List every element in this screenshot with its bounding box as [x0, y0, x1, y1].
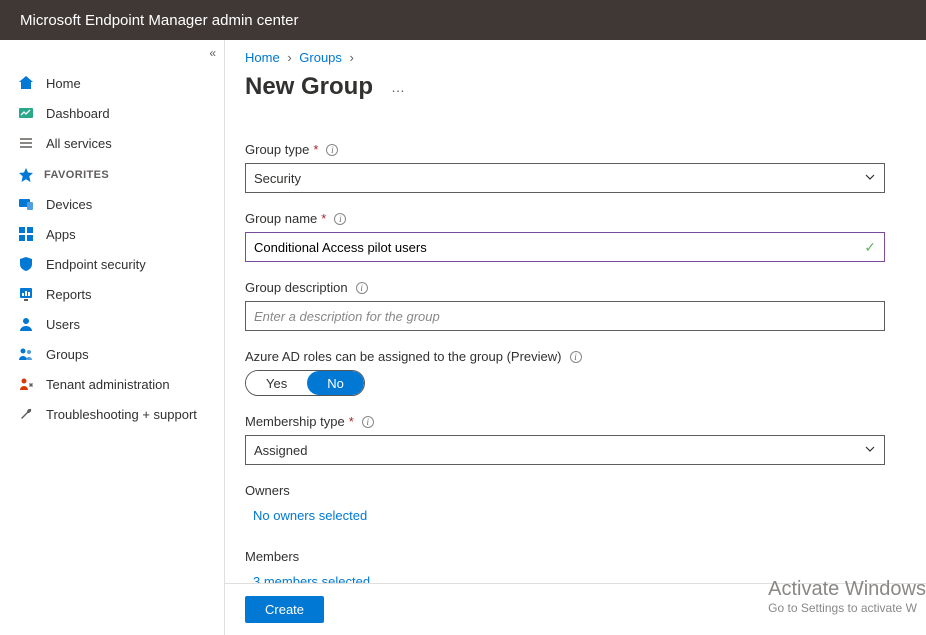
- breadcrumb-groups[interactable]: Groups: [299, 50, 342, 65]
- group-description-label: Group description i: [245, 280, 906, 295]
- sidebar-item-reports[interactable]: Reports: [0, 279, 224, 309]
- info-icon[interactable]: i: [356, 282, 368, 294]
- dashboard-icon: [18, 105, 34, 121]
- group-description-input[interactable]: [254, 309, 876, 324]
- footer-bar: Create: [225, 583, 926, 635]
- group-type-select[interactable]: Security: [245, 163, 885, 193]
- required-indicator: *: [313, 142, 318, 157]
- sidebar-item-label: Groups: [46, 347, 89, 362]
- aad-roles-no-option[interactable]: No: [307, 371, 364, 395]
- required-indicator: *: [321, 211, 326, 226]
- breadcrumb-home[interactable]: Home: [245, 50, 280, 65]
- home-icon: [18, 75, 34, 91]
- more-actions-button[interactable]: …: [387, 77, 411, 97]
- sidebar-item-label: Users: [46, 317, 80, 332]
- app-header: Microsoft Endpoint Manager admin center: [0, 0, 926, 40]
- members-section-label: Members: [245, 549, 906, 564]
- sidebar-item-apps[interactable]: Apps: [0, 219, 224, 249]
- aad-roles-yes-option[interactable]: Yes: [246, 371, 307, 395]
- list-icon: [18, 135, 34, 151]
- info-icon[interactable]: i: [570, 351, 582, 363]
- app-title: Microsoft Endpoint Manager admin center: [20, 12, 298, 29]
- sidebar-item-label: Apps: [46, 227, 76, 242]
- sidebar-item-label: Devices: [46, 197, 92, 212]
- membership-type-value: Assigned: [254, 443, 307, 458]
- sidebar: « Home Dashboard All services FAVORITES: [0, 40, 225, 635]
- owners-section-label: Owners: [245, 483, 906, 498]
- required-indicator: *: [349, 414, 354, 429]
- aad-roles-label: Azure AD roles can be assigned to the gr…: [245, 349, 906, 364]
- membership-type-label: Membership type * i: [245, 414, 906, 429]
- sidebar-item-troubleshooting[interactable]: Troubleshooting + support: [0, 399, 224, 429]
- shield-icon: [18, 256, 34, 272]
- sidebar-item-home[interactable]: Home: [0, 68, 224, 98]
- form-scroll-region[interactable]: Group type * i Security Group name * i ✓: [225, 119, 926, 583]
- sidebar-item-label: All services: [46, 136, 112, 151]
- group-description-field-wrapper: [245, 301, 885, 331]
- chevron-down-icon: [864, 443, 876, 458]
- wrench-icon: [18, 406, 34, 422]
- devices-icon: [18, 196, 34, 212]
- group-name-field-wrapper: ✓: [245, 232, 885, 262]
- chevron-right-icon: ›: [350, 50, 354, 65]
- page-title: New Group: [245, 73, 373, 101]
- sidebar-favorites-heading: FAVORITES: [0, 158, 224, 189]
- main-content: Home › Groups › New Group … Group type *…: [225, 40, 926, 635]
- sidebar-item-endpoint-security[interactable]: Endpoint security: [0, 249, 224, 279]
- sidebar-item-label: Home: [46, 76, 81, 91]
- create-button[interactable]: Create: [245, 596, 324, 623]
- sidebar-item-tenant-admin[interactable]: Tenant administration: [0, 369, 224, 399]
- group-type-label: Group type * i: [245, 142, 906, 157]
- sidebar-favorites-label: FAVORITES: [44, 169, 109, 181]
- sidebar-item-users[interactable]: Users: [0, 309, 224, 339]
- info-icon[interactable]: i: [326, 144, 338, 156]
- chevron-down-icon: [864, 171, 876, 186]
- sidebar-item-devices[interactable]: Devices: [0, 189, 224, 219]
- aad-roles-toggle: Yes No: [245, 370, 365, 396]
- user-icon: [18, 316, 34, 332]
- info-icon[interactable]: i: [334, 213, 346, 225]
- tenant-admin-icon: [18, 376, 34, 392]
- reports-icon: [18, 286, 34, 302]
- sidebar-item-label: Tenant administration: [46, 377, 170, 392]
- sidebar-item-label: Dashboard: [46, 106, 110, 121]
- owners-link[interactable]: No owners selected: [253, 508, 367, 523]
- collapse-sidebar-icon[interactable]: «: [209, 46, 216, 60]
- sidebar-item-groups[interactable]: Groups: [0, 339, 224, 369]
- sidebar-item-label: Troubleshooting + support: [46, 407, 197, 422]
- sidebar-item-all-services[interactable]: All services: [0, 128, 224, 158]
- group-type-value: Security: [254, 171, 301, 186]
- apps-icon: [18, 226, 34, 242]
- groups-icon: [18, 346, 34, 362]
- chevron-right-icon: ›: [287, 50, 291, 65]
- sidebar-item-dashboard[interactable]: Dashboard: [0, 98, 224, 128]
- membership-type-select[interactable]: Assigned: [245, 435, 885, 465]
- sidebar-item-label: Endpoint security: [46, 257, 146, 272]
- group-name-label: Group name * i: [245, 211, 906, 226]
- group-name-input[interactable]: [254, 240, 864, 255]
- sidebar-item-label: Reports: [46, 287, 92, 302]
- star-icon: [18, 167, 34, 183]
- members-link[interactable]: 3 members selected: [253, 574, 370, 583]
- breadcrumb: Home › Groups ›: [225, 40, 926, 69]
- info-icon[interactable]: i: [362, 416, 374, 428]
- check-icon: ✓: [864, 239, 876, 256]
